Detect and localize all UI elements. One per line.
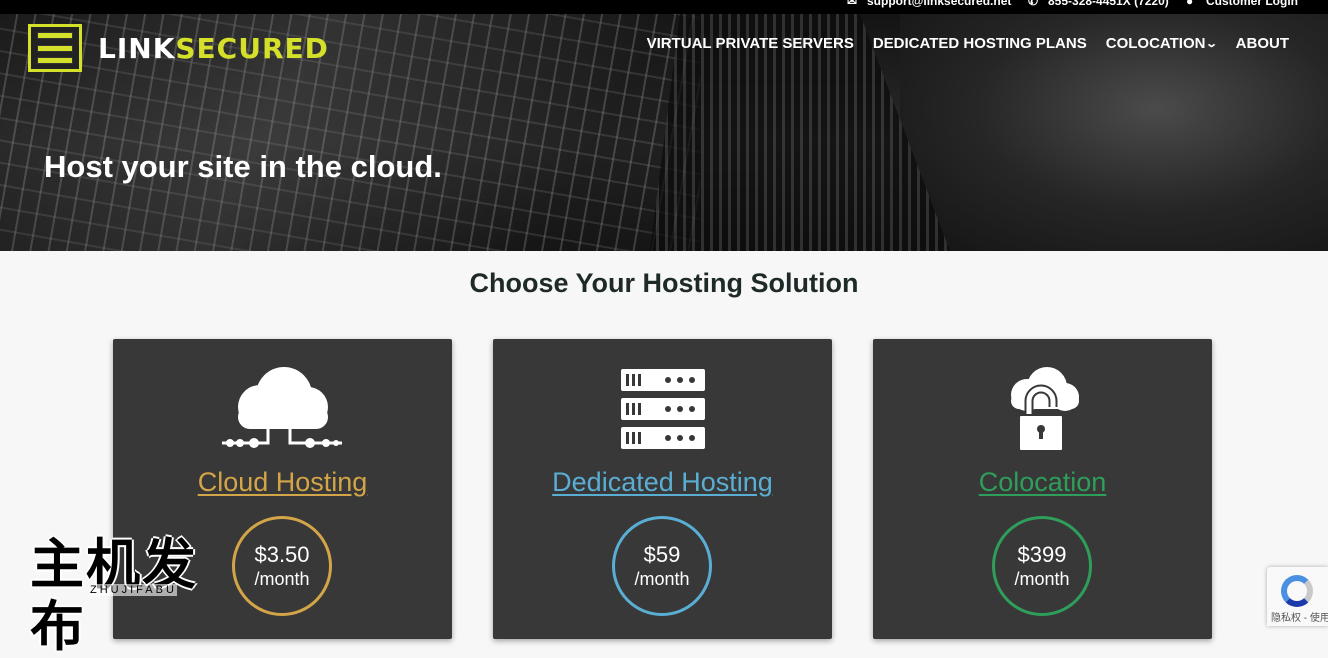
server-logo-icon: [28, 24, 82, 72]
server-rack-icon: [493, 367, 832, 453]
mail-icon: ✉: [847, 0, 858, 8]
logo-wordmark: LINKSECURED: [98, 31, 329, 65]
price-badge: $3.50 /month: [232, 516, 332, 616]
phone-link[interactable]: ✆ 855-328-4451X (7220): [1028, 0, 1169, 8]
nav-dedicated[interactable]: DEDICATED HOSTING PLANS: [873, 35, 1087, 52]
site-logo[interactable]: LINKSECURED: [28, 24, 329, 72]
card-dedicated-hosting: Dedicated Hosting $59 /month: [493, 339, 832, 639]
section-title: Choose Your Hosting Solution: [469, 268, 859, 298]
card-title-link[interactable]: Colocation: [873, 467, 1212, 498]
price-badge: $59 /month: [612, 516, 712, 616]
cloud-lock-icon: [873, 367, 1212, 453]
chevron-down-icon: ⌄: [1205, 38, 1219, 50]
recaptcha-badge[interactable]: 隐私权 - 使用条款: [1267, 567, 1328, 626]
nav-colocation[interactable]: COLOCATION ⌄: [1106, 35, 1219, 52]
nav-vps[interactable]: VIRTUAL PRIVATE SERVERS: [647, 35, 854, 52]
customer-login-link[interactable]: ● Customer Login: [1186, 0, 1298, 8]
phone-icon: ✆: [1028, 0, 1039, 8]
main-nav: VIRTUAL PRIVATE SERVERS DEDICATED HOSTIN…: [647, 35, 1289, 52]
card-title-link[interactable]: Dedicated Hosting: [493, 467, 832, 498]
price-badge: $399 /month: [992, 516, 1092, 616]
hero-title: Host your site in the cloud.: [44, 149, 442, 184]
watermark-logo: 主机发布 ZHUJIFABU: [30, 533, 198, 658]
cloud-network-icon: [113, 367, 452, 453]
user-icon: ●: [1186, 0, 1194, 8]
card-title-link[interactable]: Cloud Hosting: [113, 467, 452, 498]
nav-about[interactable]: ABOUT: [1236, 35, 1289, 52]
top-bar: ✉ support@linksecured.net ✆ 855-328-4451…: [0, 0, 1328, 14]
email-link[interactable]: ✉ support@linksecured.net: [847, 0, 1011, 8]
recaptcha-icon: [1281, 575, 1313, 607]
card-colocation: Colocation $399 /month: [873, 339, 1212, 639]
